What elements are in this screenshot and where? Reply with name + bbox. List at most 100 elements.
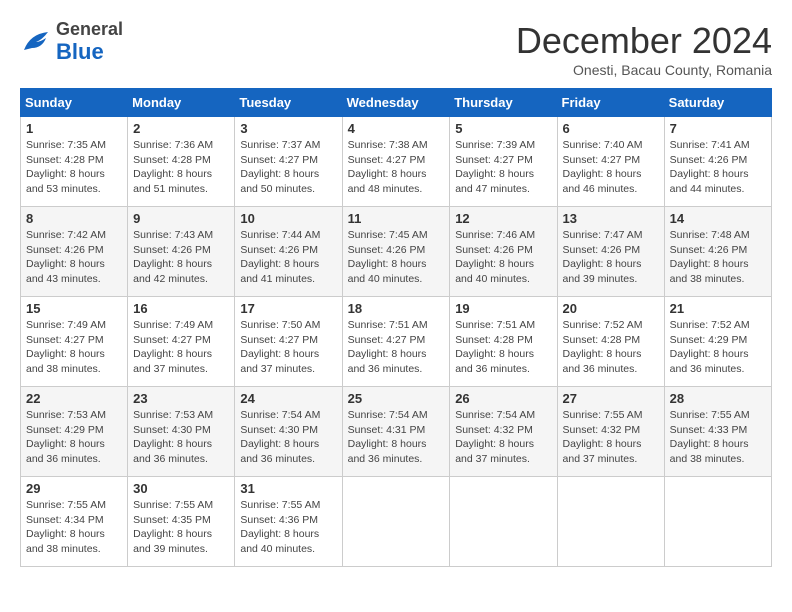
day-info: Sunrise: 7:41 AMSunset: 4:26 PMDaylight:… xyxy=(670,138,766,197)
calendar-cell: 20 Sunrise: 7:52 AMSunset: 4:28 PMDayligh… xyxy=(557,297,664,387)
weekday-header-friday: Friday xyxy=(557,89,664,117)
logo: General Blue xyxy=(20,20,123,64)
calendar-week-row: 1 Sunrise: 7:35 AMSunset: 4:28 PMDaylight… xyxy=(21,117,772,207)
calendar-cell: 12Sunrise: 7:46 AMSunset: 4:26 PMDayligh… xyxy=(450,207,557,297)
day-number: 17 xyxy=(240,301,336,316)
day-info: Sunrise: 7:51 AMSunset: 4:27 PMDaylight:… xyxy=(348,318,445,377)
day-number: 24 xyxy=(240,391,336,406)
calendar-cell: 13 Sunrise: 7:47 AMSunset: 4:26 PMDayligh… xyxy=(557,207,664,297)
day-number: 2 xyxy=(133,121,229,136)
day-number: 29 xyxy=(26,481,122,496)
calendar-cell: 19 Sunrise: 7:51 AMSunset: 4:28 PMDayligh… xyxy=(450,297,557,387)
day-number: 21 xyxy=(670,301,766,316)
logo-text: General Blue xyxy=(56,20,123,64)
day-info: Sunrise: 7:43 AMSunset: 4:26 PMDaylight:… xyxy=(133,228,229,287)
day-info: Sunrise: 7:44 AMSunset: 4:26 PMDaylight:… xyxy=(240,228,336,287)
day-number: 1 xyxy=(26,121,122,136)
calendar-cell: 30Sunrise: 7:55 AMSunset: 4:35 PMDayligh… xyxy=(128,477,235,567)
calendar-cell: 21 Sunrise: 7:52 AMSunset: 4:29 PMDayligh… xyxy=(664,297,771,387)
day-number: 20 xyxy=(563,301,659,316)
day-info: Sunrise: 7:40 AMSunset: 4:27 PMDaylight:… xyxy=(563,138,659,197)
day-info: Sunrise: 7:49 AMSunset: 4:27 PMDaylight:… xyxy=(133,318,229,377)
calendar-cell: 6Sunrise: 7:40 AMSunset: 4:27 PMDaylight… xyxy=(557,117,664,207)
location-subtitle: Onesti, Bacau County, Romania xyxy=(516,62,772,78)
calendar-cell: 9 Sunrise: 7:43 AMSunset: 4:26 PMDaylight… xyxy=(128,207,235,297)
calendar-cell: 11 Sunrise: 7:45 AMSunset: 4:26 PMDayligh… xyxy=(342,207,450,297)
logo-icon xyxy=(20,26,52,58)
calendar-cell: 31Sunrise: 7:55 AMSunset: 4:36 PMDayligh… xyxy=(235,477,342,567)
calendar-cell: 16 Sunrise: 7:49 AMSunset: 4:27 PMDayligh… xyxy=(128,297,235,387)
day-number: 26 xyxy=(455,391,551,406)
day-number: 16 xyxy=(133,301,229,316)
day-info: Sunrise: 7:36 AMSunset: 4:28 PMDaylight:… xyxy=(133,138,229,197)
calendar-cell xyxy=(450,477,557,567)
day-number: 23 xyxy=(133,391,229,406)
day-info: Sunrise: 7:51 AMSunset: 4:28 PMDaylight:… xyxy=(455,318,551,377)
weekday-header-saturday: Saturday xyxy=(664,89,771,117)
calendar-cell: 28 Sunrise: 7:55 AMSunset: 4:33 PMDayligh… xyxy=(664,387,771,477)
day-number: 9 xyxy=(133,211,229,226)
day-number: 4 xyxy=(348,121,445,136)
calendar-cell: 23 Sunrise: 7:53 AMSunset: 4:30 PMDayligh… xyxy=(128,387,235,477)
calendar-cell: 15 Sunrise: 7:49 AMSunset: 4:27 PMDayligh… xyxy=(21,297,128,387)
weekday-header-wednesday: Wednesday xyxy=(342,89,450,117)
day-info: Sunrise: 7:54 AMSunset: 4:30 PMDaylight:… xyxy=(240,408,336,467)
calendar-table: SundayMondayTuesdayWednesdayThursdayFrid… xyxy=(20,88,772,567)
day-info: Sunrise: 7:53 AMSunset: 4:29 PMDaylight:… xyxy=(26,408,122,467)
calendar-week-row: 29 Sunrise: 7:55 AMSunset: 4:34 PMDayligh… xyxy=(21,477,772,567)
calendar-cell: 26Sunrise: 7:54 AMSunset: 4:32 PMDayligh… xyxy=(450,387,557,477)
title-block: December 2024 Onesti, Bacau County, Roma… xyxy=(516,20,772,78)
day-number: 11 xyxy=(348,211,445,226)
day-info: Sunrise: 7:53 AMSunset: 4:30 PMDaylight:… xyxy=(133,408,229,467)
day-number: 31 xyxy=(240,481,336,496)
day-info: Sunrise: 7:42 AMSunset: 4:26 PMDaylight:… xyxy=(26,228,122,287)
day-number: 27 xyxy=(563,391,659,406)
day-info: Sunrise: 7:45 AMSunset: 4:26 PMDaylight:… xyxy=(348,228,445,287)
logo-general-text: General xyxy=(56,20,123,40)
day-info: Sunrise: 7:49 AMSunset: 4:27 PMDaylight:… xyxy=(26,318,122,377)
calendar-cell: 7 Sunrise: 7:41 AMSunset: 4:26 PMDaylight… xyxy=(664,117,771,207)
day-info: Sunrise: 7:55 AMSunset: 4:34 PMDaylight:… xyxy=(26,498,122,557)
day-number: 18 xyxy=(348,301,445,316)
day-info: Sunrise: 7:35 AMSunset: 4:28 PMDaylight:… xyxy=(26,138,122,197)
day-info: Sunrise: 7:37 AMSunset: 4:27 PMDaylight:… xyxy=(240,138,336,197)
calendar-cell: 1 Sunrise: 7:35 AMSunset: 4:28 PMDaylight… xyxy=(21,117,128,207)
calendar-cell: 17Sunrise: 7:50 AMSunset: 4:27 PMDayligh… xyxy=(235,297,342,387)
calendar-cell: 4 Sunrise: 7:38 AMSunset: 4:27 PMDaylight… xyxy=(342,117,450,207)
day-info: Sunrise: 7:55 AMSunset: 4:32 PMDaylight:… xyxy=(563,408,659,467)
day-number: 7 xyxy=(670,121,766,136)
day-info: Sunrise: 7:55 AMSunset: 4:33 PMDaylight:… xyxy=(670,408,766,467)
calendar-cell: 29 Sunrise: 7:55 AMSunset: 4:34 PMDayligh… xyxy=(21,477,128,567)
day-number: 19 xyxy=(455,301,551,316)
weekday-header-sunday: Sunday xyxy=(21,89,128,117)
day-info: Sunrise: 7:52 AMSunset: 4:29 PMDaylight:… xyxy=(670,318,766,377)
day-info: Sunrise: 7:38 AMSunset: 4:27 PMDaylight:… xyxy=(348,138,445,197)
calendar-week-row: 8Sunrise: 7:42 AMSunset: 4:26 PMDaylight… xyxy=(21,207,772,297)
calendar-week-row: 15 Sunrise: 7:49 AMSunset: 4:27 PMDayligh… xyxy=(21,297,772,387)
calendar-cell: 18 Sunrise: 7:51 AMSunset: 4:27 PMDayligh… xyxy=(342,297,450,387)
weekday-header-row: SundayMondayTuesdayWednesdayThursdayFrid… xyxy=(21,89,772,117)
weekday-header-tuesday: Tuesday xyxy=(235,89,342,117)
day-info: Sunrise: 7:39 AMSunset: 4:27 PMDaylight:… xyxy=(455,138,551,197)
day-number: 3 xyxy=(240,121,336,136)
page-header: General Blue December 2024 Onesti, Bacau… xyxy=(20,20,772,78)
day-info: Sunrise: 7:47 AMSunset: 4:26 PMDaylight:… xyxy=(563,228,659,287)
calendar-cell: 24 Sunrise: 7:54 AMSunset: 4:30 PMDayligh… xyxy=(235,387,342,477)
calendar-cell: 8Sunrise: 7:42 AMSunset: 4:26 PMDaylight… xyxy=(21,207,128,297)
calendar-cell xyxy=(664,477,771,567)
day-number: 10 xyxy=(240,211,336,226)
day-number: 15 xyxy=(26,301,122,316)
day-number: 28 xyxy=(670,391,766,406)
day-number: 12 xyxy=(455,211,551,226)
calendar-cell xyxy=(557,477,664,567)
weekday-header-thursday: Thursday xyxy=(450,89,557,117)
calendar-cell: 2 Sunrise: 7:36 AMSunset: 4:28 PMDaylight… xyxy=(128,117,235,207)
day-info: Sunrise: 7:55 AMSunset: 4:35 PMDaylight:… xyxy=(133,498,229,557)
day-number: 13 xyxy=(563,211,659,226)
calendar-cell: 3 Sunrise: 7:37 AMSunset: 4:27 PMDaylight… xyxy=(235,117,342,207)
calendar-cell: 10 Sunrise: 7:44 AMSunset: 4:26 PMDayligh… xyxy=(235,207,342,297)
weekday-header-monday: Monday xyxy=(128,89,235,117)
day-info: Sunrise: 7:52 AMSunset: 4:28 PMDaylight:… xyxy=(563,318,659,377)
day-number: 14 xyxy=(670,211,766,226)
calendar-cell: 27 Sunrise: 7:55 AMSunset: 4:32 PMDayligh… xyxy=(557,387,664,477)
